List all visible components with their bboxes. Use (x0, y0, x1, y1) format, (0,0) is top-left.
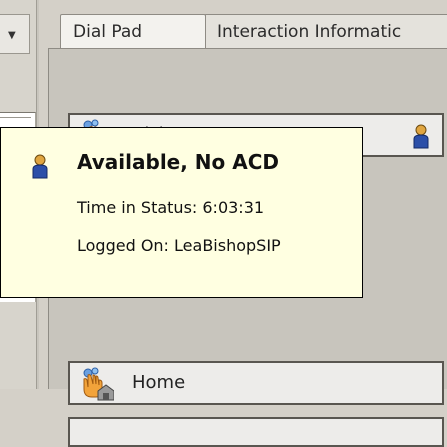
tab-interaction-information[interactable]: Interaction Informatic (204, 14, 447, 48)
status-tooltip: Available, No ACD Time in Status: 6:03:3… (0, 127, 363, 298)
tab-dial-pad[interactable]: Dial Pad (60, 14, 206, 48)
speed-dial-entry-home[interactable]: Home (68, 361, 444, 405)
person-icon (412, 123, 430, 153)
status-title: Available, No ACD (77, 150, 280, 174)
speed-dial-entry[interactable] (68, 417, 444, 447)
tab-label: Dial Pad (73, 22, 143, 42)
person-icon (31, 153, 49, 183)
divider (0, 117, 31, 118)
logged-on: Logged On: LeaBishopSIP (77, 236, 281, 255)
chevron-down-icon[interactable]: ▼ (8, 31, 16, 41)
tab-label: Interaction Informatic (217, 22, 402, 42)
left-dropdown[interactable]: ▼ (0, 14, 30, 54)
tab-bar: Interaction Informatic Dial Pad (40, 0, 447, 56)
hand-phone-icon (78, 367, 115, 405)
time-in-status: Time in Status: 6:03:31 (77, 198, 265, 217)
entry-label: Home (132, 372, 186, 393)
